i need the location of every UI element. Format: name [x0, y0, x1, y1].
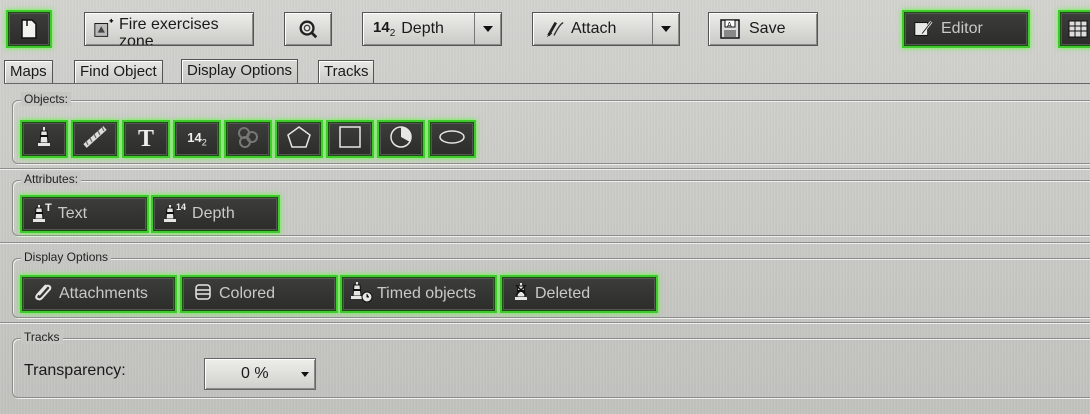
- object-ellipse-button[interactable]: [430, 122, 474, 156]
- ellipse-icon: [438, 125, 466, 153]
- object-circles-button[interactable]: [226, 122, 270, 156]
- object-depth-button[interactable]: 142: [175, 122, 219, 156]
- editor-button[interactable]: Editor: [904, 12, 1028, 46]
- depth-dropdown[interactable]: 142 Depth: [362, 12, 502, 46]
- attach-dropdown[interactable]: Attach: [532, 12, 680, 46]
- depth-number-icon: 142: [373, 19, 395, 39]
- colored-button[interactable]: Colored: [182, 277, 336, 311]
- attribute-depth-label: Depth: [192, 205, 235, 222]
- buoy-icon: [37, 126, 51, 152]
- attachments-label: Attachments: [59, 285, 148, 302]
- zone-layer-icon: [93, 18, 115, 40]
- tab-maps[interactable]: Maps: [4, 60, 53, 83]
- magnifier-icon: [297, 18, 319, 40]
- colored-label: Colored: [219, 285, 276, 302]
- color-layers-icon: [193, 282, 213, 307]
- object-sector-button[interactable]: [379, 122, 423, 156]
- search-button[interactable]: [284, 12, 332, 46]
- tab-display-options[interactable]: Display Options: [181, 59, 299, 84]
- divider: [0, 322, 1090, 323]
- transparency-value: 0 %: [241, 365, 269, 382]
- display-options-group-label: Display Options: [21, 250, 112, 264]
- object-polygon-button[interactable]: [277, 122, 321, 156]
- chevron-down-icon: [474, 13, 501, 45]
- depth-glyph-sub: 2: [201, 137, 207, 148]
- tab-baseline: [4, 83, 1090, 84]
- floppy-disk-icon: A: [719, 18, 741, 40]
- depth-glyph: 14: [187, 130, 202, 146]
- attributes-group-label: Attributes:: [21, 172, 82, 186]
- svg-text:A: A: [727, 21, 732, 29]
- attach-edit-icon: [543, 18, 565, 40]
- text-t-icon: T: [137, 125, 154, 152]
- editor-label: Editor: [941, 20, 983, 37]
- editor-icon: [913, 18, 935, 40]
- divider: [0, 242, 1090, 243]
- buoy-depth-icon: 14: [164, 202, 187, 224]
- depth-superscript: 14: [176, 202, 187, 212]
- buoy-text-icon: T: [33, 202, 52, 224]
- buoy-deleted-icon: [513, 282, 529, 307]
- save-label: Save: [749, 20, 786, 37]
- depth-icon-value: 14: [373, 19, 390, 36]
- chevron-down-icon: [652, 13, 679, 45]
- deleted-button[interactable]: Deleted: [502, 277, 656, 311]
- new-document-button[interactable]: [8, 12, 50, 46]
- attribute-depth-button[interactable]: 14 Depth: [153, 197, 278, 231]
- circles-icon: [235, 125, 261, 153]
- attribute-text-label: Text: [57, 205, 88, 222]
- chevron-down-icon: [301, 372, 309, 377]
- text-superscript: T: [45, 202, 52, 214]
- timed-objects-label: Timed objects: [377, 285, 476, 302]
- fire-exercises-zone-button[interactable]: Fire exercises zone: [84, 12, 254, 46]
- square-icon: [337, 125, 363, 153]
- depth-number-icon: 142: [187, 130, 206, 148]
- object-rectangle-button[interactable]: [328, 122, 372, 156]
- tab-tracks[interactable]: Tracks: [318, 60, 375, 83]
- buoy-clock-icon: [351, 281, 373, 308]
- deleted-label: Deleted: [535, 285, 591, 302]
- objects-group-label: Objects:: [21, 92, 72, 106]
- transparency-dropdown[interactable]: 0 %: [204, 358, 316, 390]
- attribute-text-button[interactable]: T Text: [22, 197, 147, 231]
- table-grid-icon: [1067, 18, 1089, 40]
- object-text-button[interactable]: T: [124, 122, 168, 156]
- object-buoy-button[interactable]: [22, 122, 66, 156]
- paperclip-icon: [33, 282, 53, 307]
- attachments-button[interactable]: Attachments: [22, 277, 175, 311]
- objects-group: Objects:: [12, 92, 1090, 164]
- divider: [0, 168, 1090, 169]
- document-icon: [18, 18, 40, 40]
- attach-label: Attach: [571, 20, 617, 37]
- toolbar: Fire exercises zone 142 Depth Attach A S…: [0, 0, 1090, 58]
- table-view-button[interactable]: [1060, 12, 1090, 46]
- save-button[interactable]: A Save: [708, 12, 818, 46]
- pentagon-icon: [286, 125, 312, 153]
- tracks-group: Tracks: [12, 330, 1090, 398]
- tracks-group-label: Tracks: [21, 330, 63, 344]
- pie-sector-icon: [388, 125, 414, 153]
- timed-objects-button[interactable]: Timed objects: [342, 277, 495, 311]
- depth-icon-sub: 2: [389, 28, 396, 39]
- tab-find-object[interactable]: Find Object: [74, 60, 163, 83]
- transparency-label: Transparency:: [24, 362, 126, 379]
- depth-label: Depth: [401, 20, 444, 37]
- hatched-line-icon: [82, 125, 108, 153]
- fire-exercises-zone-label: Fire exercises zone: [119, 16, 219, 46]
- object-line-button[interactable]: [73, 122, 117, 156]
